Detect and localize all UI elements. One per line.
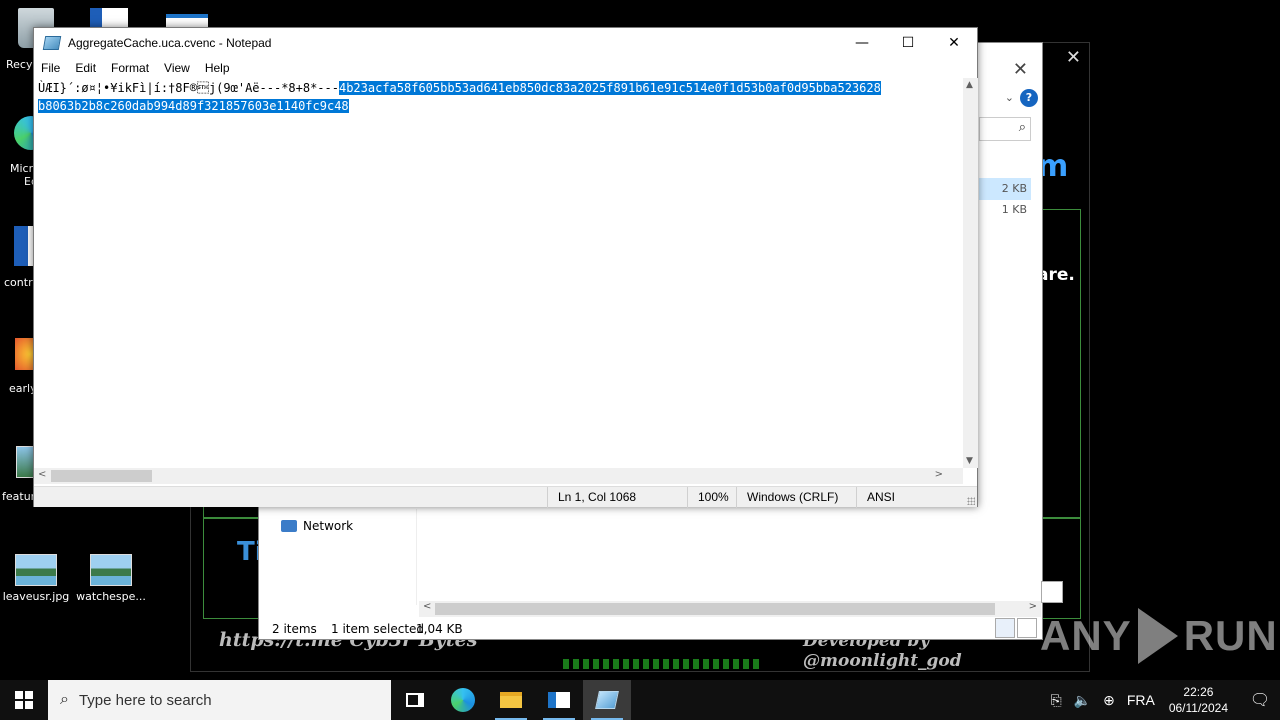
app-window-icon [548, 692, 570, 708]
title-bar[interactable]: AggregateCache.uca.cvenc - Notepad — ☐ ✕ [34, 28, 977, 58]
item-count: 2 items [272, 622, 317, 636]
menu-view[interactable]: View [157, 61, 198, 75]
details-view-icon[interactable] [995, 618, 1015, 638]
nav-item-network[interactable]: Network [281, 519, 353, 533]
desktop-file-icon-top[interactable] [90, 8, 128, 28]
scroll-down-icon[interactable]: ▼ [966, 456, 973, 466]
close-icon[interactable]: ✕ [1066, 47, 1081, 68]
file-size: 1 KB [1001, 203, 1027, 216]
menu-format[interactable]: Format [104, 61, 157, 75]
start-button[interactable] [0, 680, 48, 720]
maximize-icon: ☐ [901, 35, 915, 51]
image-shortcut-watchespe[interactable]: watchespe... [73, 554, 149, 603]
anyrun-watermark: ANY RUN [1040, 608, 1278, 664]
zoom-level: 100% [687, 487, 736, 508]
volume-icon[interactable]: 🔈 [1074, 692, 1091, 709]
scroll-left-icon[interactable]: < [423, 601, 431, 612]
help-icon[interactable]: ? [1020, 89, 1038, 107]
image-file-icon [90, 554, 132, 586]
search-icon: ⌕ [60, 691, 69, 708]
search-icon: ⌕ [1018, 120, 1026, 135]
scroll-thumb[interactable] [51, 470, 152, 482]
selection-count: 1 item selected [331, 622, 425, 636]
taskbar-edge[interactable] [439, 680, 487, 720]
globe-icon[interactable]: ⊕ [1103, 692, 1115, 709]
minimize-icon: — [855, 35, 869, 51]
menu-file[interactable]: File [34, 61, 68, 75]
image-file-icon [15, 554, 57, 586]
maximize-button[interactable]: ☐ [885, 28, 931, 58]
task-view-icon [406, 693, 424, 707]
taskbar-app[interactable] [535, 680, 583, 720]
input-language[interactable]: FRA [1127, 692, 1155, 708]
watermark-text-right: RUN [1183, 612, 1278, 659]
navigation-pane: Network [259, 509, 417, 605]
line-ending: Windows (CRLF) [736, 487, 856, 508]
menu-help[interactable]: Help [198, 61, 238, 75]
selection-size: 1,04 KB [416, 622, 463, 636]
clock-time: 22:26 [1183, 685, 1214, 699]
taskbar-file-explorer[interactable] [487, 680, 535, 720]
chevron-down-icon[interactable]: ⌄ [1005, 91, 1014, 104]
horizontal-scrollbar[interactable]: < > [419, 601, 1041, 617]
search-box[interactable]: ⌕ [979, 117, 1031, 141]
desktop-icon-label: watchespe... [76, 590, 146, 603]
selected-text: 4b23acfa58f605bb53ad641eb850dc83a2025f89… [338, 81, 881, 95]
search-placeholder: Type here to search [78, 691, 212, 709]
network-icon [281, 520, 297, 532]
text-line-1: ÙÆI}´:ø¤¦•¥ikFì|í:†8F®j(9œ'Aë---*8+8*--… [38, 79, 881, 97]
large-icons-view-icon[interactable] [1017, 618, 1037, 638]
task-view-button[interactable] [391, 680, 439, 720]
encoding: ANSI [856, 487, 956, 508]
notepad-icon [595, 691, 619, 709]
window-title: AggregateCache.uca.cvenc - Notepad [68, 36, 272, 50]
menu-bar: File Edit Format View Help [34, 58, 977, 78]
text-editor[interactable]: ÙÆI}´:ø¤¦•¥ikFì|í:†8F®j(9œ'Aë---*8+8*--… [34, 78, 963, 468]
taskbar-search-box[interactable]: ⌕ Type here to search [48, 680, 391, 720]
vertical-scrollbar[interactable]: ▲ ▼ [963, 78, 978, 468]
edge-icon [451, 688, 475, 712]
taskbar: ⌕ Type here to search ⎘ 🔈 ⊕ FRA 22:26 06… [0, 680, 1280, 720]
encrypted-text: ÙÆI}´:ø¤¦•¥ikFì|í:†8F®j(9œ'Aë---*8+8*--… [38, 81, 339, 95]
notepad-icon [42, 36, 62, 50]
close-icon: ✕ [948, 35, 960, 51]
desktop-app-icon-top[interactable] [166, 14, 208, 28]
file-size: 2 KB [1001, 182, 1027, 195]
selected-text: b8063b2b8c260dab994d89f321857603e1140fc9… [38, 99, 349, 113]
folder-icon [500, 692, 522, 708]
cursor-position: Ln 1, Col 1068 [547, 487, 687, 508]
windows-logo-icon [15, 691, 33, 709]
network-status-icon[interactable]: ⎘ [1050, 692, 1061, 709]
horizontal-scrollbar[interactable]: < > [34, 468, 963, 484]
scroll-left-icon[interactable]: < [38, 469, 46, 480]
status-bar: Ln 1, Col 1068 100% Windows (CRLF) ANSI [34, 486, 977, 508]
clock-date: 06/11/2024 [1168, 701, 1228, 715]
close-icon[interactable]: ✕ [1013, 59, 1028, 80]
play-logo-icon [1137, 608, 1178, 664]
system-tray: ⎘ 🔈 ⊕ FRA 22:26 06/11/2024 🗨 [1044, 680, 1280, 720]
button[interactable] [1041, 581, 1063, 603]
menu-edit[interactable]: Edit [68, 61, 104, 75]
watermark-text-left: ANY [1040, 612, 1132, 659]
scroll-right-icon[interactable]: > [1029, 601, 1037, 612]
close-button[interactable]: ✕ [931, 28, 977, 58]
text-line-2: b8063b2b8c260dab994d89f321857603e1140fc9… [38, 97, 349, 115]
scroll-up-icon[interactable]: ▲ [966, 80, 973, 90]
clock[interactable]: 22:26 06/11/2024 [1169, 684, 1228, 716]
nav-item-label: Network [303, 519, 354, 533]
taskbar-notepad[interactable] [583, 680, 631, 720]
scroll-thumb[interactable] [435, 603, 995, 615]
notepad-window: AggregateCache.uca.cvenc - Notepad — ☐ ✕… [33, 27, 978, 508]
desktop-icon-label: leaveusr.jpg [2, 590, 70, 603]
desktop: Recy Micr Ec contra early featur leaveus… [0, 0, 1280, 720]
notification-icon[interactable]: 🗨 [1240, 690, 1280, 710]
minimize-button[interactable]: — [839, 28, 885, 58]
decorative-bar [563, 659, 763, 669]
image-shortcut-leaveusr[interactable]: leaveusr.jpg [0, 554, 74, 603]
resize-grip[interactable] [967, 497, 975, 505]
status-bar: 2 items 1 item selected 1,04 KB [259, 617, 1042, 639]
scroll-right-icon[interactable]: > [935, 469, 943, 480]
